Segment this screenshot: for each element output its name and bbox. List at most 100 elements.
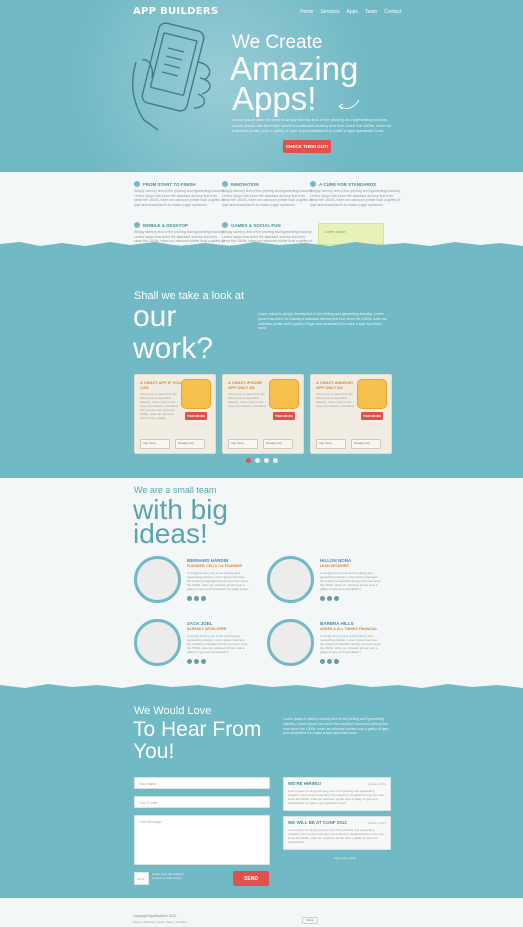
avatar [267,619,314,666]
contact-heading-line3: You! [133,740,175,763]
nav-item-apps[interactable]: Apps [347,9,358,15]
avatar [134,556,181,603]
nav-item-home[interactable]: Home [300,9,313,15]
footer [0,898,523,927]
social-icon[interactable] [320,659,325,664]
app-card: A CRAZY IPHONE APP ONLY 4/5 Lorem ipsum … [222,374,304,454]
check-them-out-button[interactable]: CHECK THEM OUT! [283,140,331,153]
member-name: HILLON NONA [320,558,352,563]
team-member: HILLON NONA LEAD DESIGNER Is simply dumm… [267,556,387,611]
google-play-badge[interactable]: Google play [351,439,381,449]
social-icon[interactable] [187,659,192,664]
game-icon [222,222,228,228]
contact-heading-line1: We Would Love [134,705,212,717]
captcha-note: please solve this equation to prove you … [152,872,185,880]
social-links [320,596,339,601]
feature-item: INNOVATION Simply dummy text of the prin… [222,181,314,207]
news-item: WE'RE HIRING! January 2012 Lorem Ipsum i… [283,777,391,811]
social-icon[interactable] [334,596,339,601]
app-store-badge[interactable]: App Store [316,439,346,449]
carousel-dot[interactable] [246,458,251,463]
feature-description: Simply dummy text of the printing and ty… [310,189,401,207]
message-field[interactable]: Your Message [134,815,270,865]
app-card-description: Lorem ipsum dolor sit of the printing an… [316,392,355,408]
view-more-button[interactable]: VIEW MORE [185,412,207,420]
member-bio: Is simply dummy text of the printing and… [320,571,381,591]
carousel-dot[interactable] [255,458,260,463]
logo[interactable]: APP BUILDERS [133,6,218,17]
social-icon[interactable] [334,659,339,664]
social-links [187,659,206,664]
team-section [0,478,523,688]
app-card: A CRAZY APP IF YOU CAN Lorem ipsum dolor… [134,374,216,454]
app-icon [357,379,387,409]
app-card-title: A CRAZY APP IF YOU CAN [140,380,182,390]
view-more-button[interactable]: VIEW MORE [361,412,383,420]
team-member: BERNARD HARDIN FOUNDER, CEO & CO-FOUNDER… [134,556,254,611]
social-icon[interactable] [327,659,332,664]
footer-links[interactable]: Home | Services | Apps | Team | Contact [133,920,187,924]
social-links [320,659,339,664]
nav-item-team[interactable]: Team [365,9,377,15]
social-icon[interactable] [320,596,325,601]
captcha-field[interactable]: 14+5 [134,872,149,885]
member-role: FOUNDER, CEO & CO-FOUNDER [187,564,243,568]
social-icon[interactable] [327,596,332,601]
send-button[interactable]: SEND [233,871,269,886]
member-name: BARBRA HILLS [320,621,354,626]
social-icon[interactable] [201,659,206,664]
member-role: LEAD DESIGNER [320,564,349,568]
app-store-badge[interactable]: App Store [140,439,170,449]
member-role: ADDED & ALL THINGS FINANCIAL [320,627,378,631]
email-field[interactable]: Your E-mail [134,796,270,808]
app-card: A CRAZY ANDROID APP ONLY 3/4 Lorem ipsum… [310,374,392,454]
social-links [187,596,206,601]
member-role: ALREADY DEVELOPER [187,627,227,631]
news-date: January 2012 [367,821,386,825]
team-member: ZACK JOEL ALREADY DEVELOPER Is simply du… [134,619,254,674]
feature-title: A CURE FOR STANDARDS [319,181,376,187]
torn-edge [0,242,523,248]
app-card-description: Lorem ipsum dolor sit of the printing an… [228,392,267,408]
app-card-description: Lorem ipsum dolor sit of the printing an… [140,392,178,420]
view-more-news-link[interactable]: View more news [334,856,356,860]
team-heading-line3: ideas! [133,518,208,549]
avatar [134,619,181,666]
view-more-button[interactable]: VIEW MORE [273,412,295,420]
diamond-icon [310,181,316,187]
main-nav: Home Services Apps Team Contact [300,9,401,15]
nav-item-contact[interactable]: Contact [384,9,401,15]
avatar [267,556,314,603]
social-icon[interactable] [201,596,206,601]
google-play-badge[interactable]: Google play [175,439,205,449]
news-item: WE WILL BE AT CONF 2012 January 2012 Lor… [283,816,391,850]
social-icon[interactable] [194,659,199,664]
feature-title: MOBILE & DESKTOP [143,222,188,228]
portfolio-description: Lorem Ipsum is simply dummy text of the … [258,312,387,331]
back-to-top-button[interactable]: Back [302,917,318,924]
member-name: BERNARD HARDIN [187,558,229,563]
social-icon[interactable] [187,596,192,601]
contact-heading-line2: To Hear From [133,718,262,741]
social-icon[interactable] [194,596,199,601]
news-body: Lorem Ipsum is simply dummy text of the … [288,828,385,844]
carousel-dot[interactable] [273,458,278,463]
carousel-dot[interactable] [264,458,269,463]
flow-icon [134,181,140,187]
feature-item: A CURE FOR STANDARDS Simply dummy text o… [310,181,402,207]
app-store-badge[interactable]: App Store [228,439,258,449]
feature-title: FROM START TO FINISH [143,181,196,187]
member-bio: Is simply dummy text of the printing and… [187,634,248,654]
feature-item: FROM START TO FINISH Simply dummy text o… [134,181,226,207]
member-name: ZACK JOEL [187,621,213,626]
name-field[interactable]: Your Name [134,777,270,789]
nav-item-services[interactable]: Services [320,9,339,15]
app-icon [181,379,211,409]
google-play-badge[interactable]: Google play [263,439,293,449]
news-body: Lorem Ipsum is simply dummy text of the … [288,789,385,805]
portfolio-heading-line3: work? [133,332,214,365]
portfolio-heading-line2: our [133,300,177,333]
news-date: January 2012 [367,782,386,786]
feature-title: INNOVATION [231,181,259,187]
member-bio: Is simply dummy text of the printing and… [320,634,381,654]
